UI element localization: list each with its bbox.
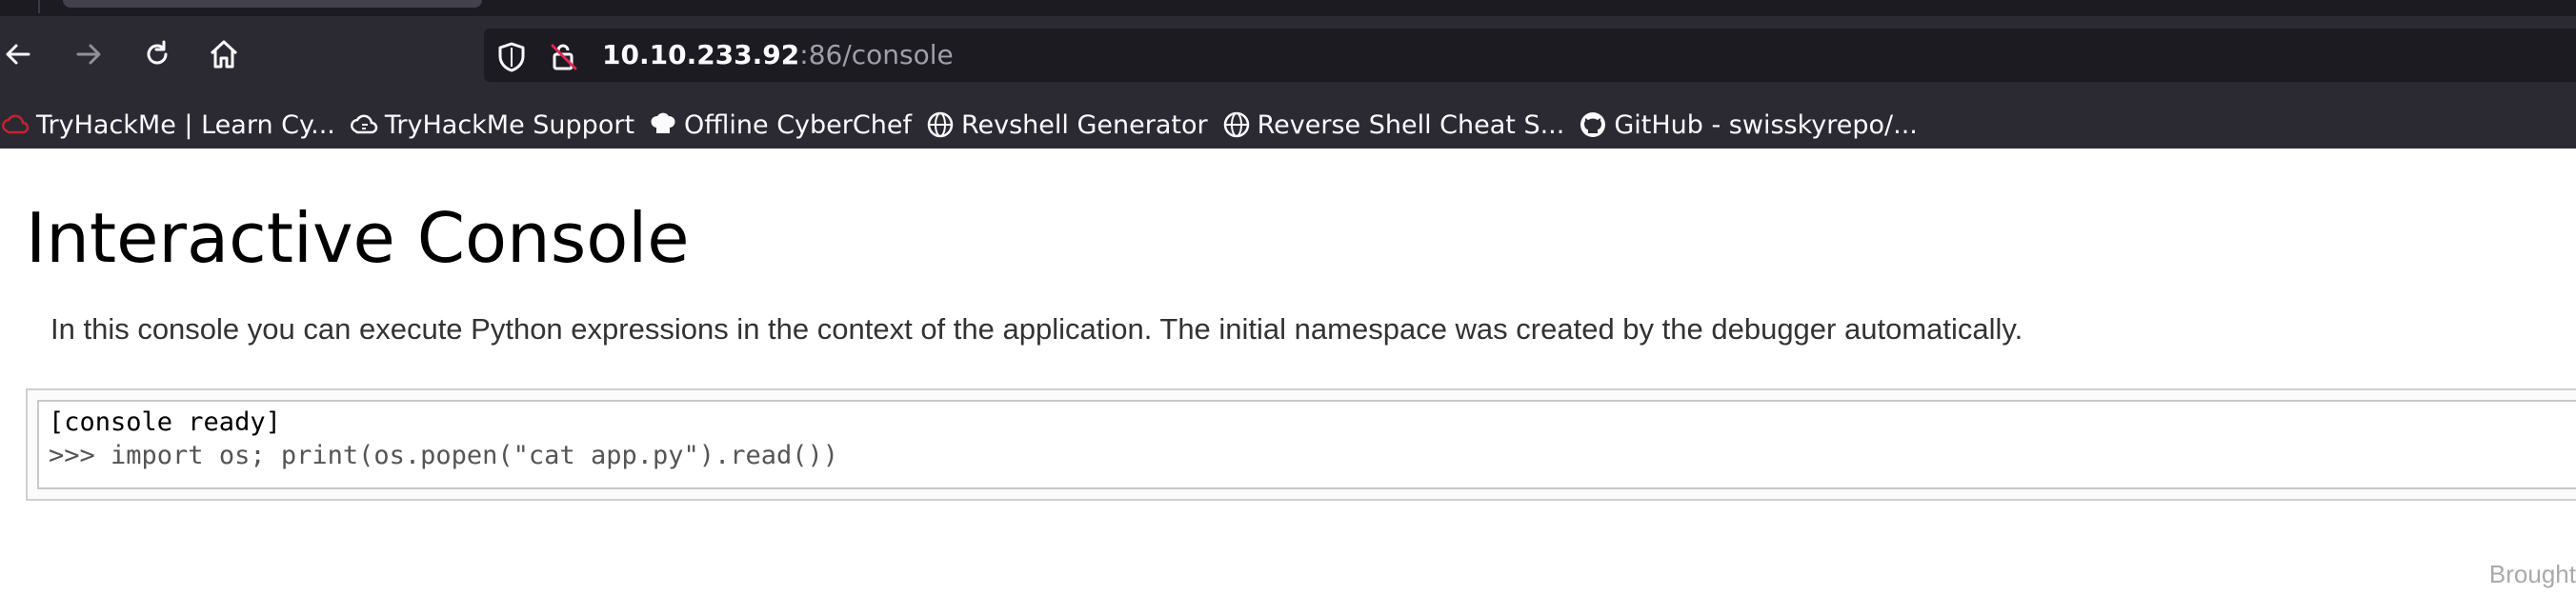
reload-button[interactable] [133,28,181,81]
page-title: Interactive Console [26,198,690,278]
bookmark-label: GitHub - swisskyrepo/... [1614,109,1918,140]
console-prompt-row: >>> [49,439,2576,472]
console-output[interactable]: [console ready] >>> [37,400,2576,489]
console-container: [console ready] >>> [26,388,2576,501]
console-prompt: >>> [49,441,111,470]
bookmark-tryhackme-support[interactable]: TryHackMe Support [349,104,646,146]
bookmark-label: Revshell Generator [960,109,1208,140]
bookmark-tryhackme[interactable]: TryHackMe | Learn Cy... [0,104,347,146]
globe-icon [1221,109,1252,140]
bookmark-reverse-shell-cheat-sheet[interactable]: Reverse Shell Cheat S... [1221,104,1577,146]
bookmark-label: TryHackMe | Learn Cy... [36,109,335,140]
console-explanation: In this console you can execute Python e… [50,312,2023,346]
github-icon [1578,109,1608,140]
console-input[interactable] [111,439,855,472]
bookmark-label: Reverse Shell Cheat S... [1257,109,1565,140]
insecure-lock-icon[interactable] [549,42,579,72]
footer-text: Brought [2488,560,2576,588]
tryhackme-icon [0,109,30,140]
bookmarks-toolbar: TryHackMe | Learn Cy... TryHackMe Suppor… [0,101,2576,149]
bookmark-github-swisskyrepo[interactable]: GitHub - swisskyrepo/... [1578,104,1929,146]
bookmark-label: TryHackMe Support [384,109,635,140]
forward-button[interactable] [65,28,112,81]
back-button[interactable] [0,28,42,81]
tab-strip [0,0,2576,16]
home-button[interactable] [200,28,248,81]
tab-divider [38,0,40,13]
reload-icon [147,40,168,65]
url-text[interactable]: 10.10.233.92:86/console [602,40,954,70]
active-tab[interactable] [63,0,482,8]
address-bar[interactable]: 10.10.233.92:86/console [484,29,2576,82]
url-host: 10.10.233.92 [602,39,800,70]
navigation-toolbar: 10.10.233.92:86/console [0,16,2576,109]
cloud-support-icon [349,109,379,140]
back-arrow-icon [6,44,30,65]
forward-arrow-icon [76,44,101,65]
console-status-line: [console ready] [49,407,281,437]
home-icon [210,40,238,69]
bookmark-label: Offline CyberChef [684,109,912,140]
page-content: Interactive Console In this console you … [0,149,2576,595]
bookmark-revshell-generator[interactable]: Revshell Generator [925,104,1219,146]
globe-icon [925,109,956,140]
chef-hat-icon [648,109,678,140]
url-path: :86/console [799,39,954,70]
tracking-protection-shield-icon[interactable] [497,42,526,72]
bookmark-offline-cyberchef[interactable]: Offline CyberChef [648,104,923,146]
